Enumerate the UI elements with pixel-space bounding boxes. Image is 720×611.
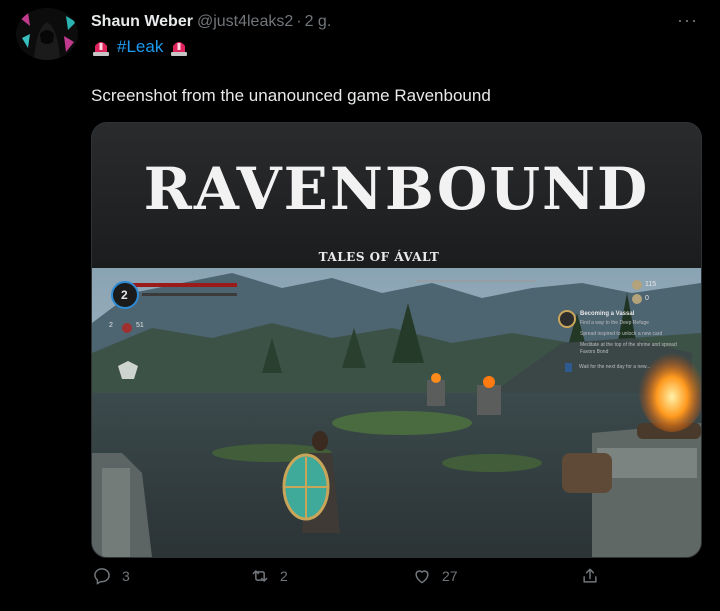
reply-count: 3 (122, 568, 130, 584)
game-title: RAVENBOUND (143, 155, 650, 223)
reply-icon (94, 568, 110, 585)
retweet-button[interactable]: 2 (250, 566, 288, 586)
tweet-text: Screenshot from the unanounced game Rave… (91, 86, 491, 105)
hashtag-link[interactable]: #Leak (117, 37, 163, 57)
more-horizontal-icon[interactable]: ··· (677, 10, 698, 31)
tweet-actions: 3 2 27 (0, 566, 720, 602)
reply-button[interactable]: 3 (92, 566, 130, 586)
tweet: Shaun Weber @just4leaks2 · 2 g. ··· #Leak S… (0, 0, 720, 611)
game-subtitle: TALES OF ÁVALT (318, 250, 440, 264)
retweet-count: 2 (280, 568, 288, 584)
hud-currency: 115 (645, 281, 657, 288)
author-name[interactable]: Shaun Weber (91, 13, 193, 30)
like-count: 27 (442, 568, 458, 584)
share-button[interactable] (580, 566, 600, 586)
timestamp[interactable]: 2 g. (305, 13, 332, 30)
author-handle[interactable]: @just4leaks2 (197, 13, 293, 30)
hud-level: 2 (121, 288, 128, 302)
hud-quest-line: Find a way to the Deep Refuge (580, 320, 649, 326)
hud-left-count: 2 (109, 322, 113, 329)
hud-quest-line: Meditate at the top of the shrine and sp… (580, 342, 677, 355)
hud-quest-title: Becoming a Vassal (580, 311, 635, 317)
hud-right-count: 51 (136, 322, 144, 329)
separator: · (296, 13, 302, 30)
tweet-media-image[interactable]: RAVENBOUND TALES OF ÁVALT 2 2 51 115 0 B… (91, 122, 702, 558)
share-icon (583, 568, 597, 583)
heart-icon (415, 570, 429, 584)
hud-quest-line: Wait for the next day for a new... (579, 364, 651, 370)
police-siren-icon (169, 37, 189, 57)
tweet-header: Shaun Weber @just4leaks2 · 2 g. (91, 13, 331, 31)
police-siren-icon (91, 37, 111, 57)
like-button[interactable]: 27 (412, 566, 458, 586)
avatar[interactable] (16, 8, 78, 60)
retweet-icon (252, 570, 268, 582)
hud-quest-line: Spread inspired to unlock a new card (580, 331, 663, 337)
hud-currency-secondary: 0 (645, 295, 649, 302)
hashtag-line: #Leak (91, 37, 189, 57)
